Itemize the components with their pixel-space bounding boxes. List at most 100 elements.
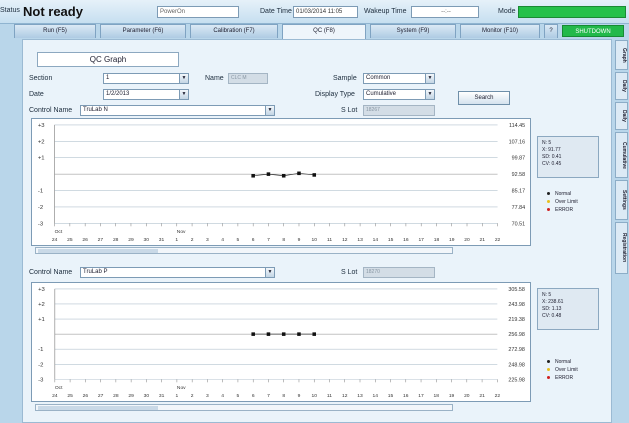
- side-tab-daily-1[interactable]: Daily: [615, 72, 628, 100]
- page-title: QC Graph: [37, 52, 179, 67]
- search-button[interactable]: Search: [458, 91, 510, 105]
- scroll-thumb[interactable]: [38, 249, 158, 253]
- right-tick-label: 256.98: [508, 332, 525, 338]
- month-label: Nov: [177, 385, 186, 391]
- x-tick-label: 20: [464, 393, 470, 399]
- control-name-select-1[interactable]: TruLab N ▼: [80, 105, 275, 116]
- legend-over-limit: Over Limit: [555, 367, 578, 373]
- x-tick-label: 18: [434, 393, 440, 399]
- x-tick-label: 20: [464, 237, 470, 243]
- x-tick-label: 15: [388, 393, 394, 399]
- y-tick-label: -1: [38, 347, 43, 353]
- x-tick-label: 16: [403, 237, 409, 243]
- tab-help[interactable]: ?: [544, 24, 558, 38]
- scroll-thumb[interactable]: [38, 406, 158, 410]
- side-tab-cumulative[interactable]: Cumulative: [615, 132, 628, 178]
- x-tick-label: 19: [449, 393, 455, 399]
- x-tick-label: 28: [113, 237, 119, 243]
- legend-error: ERROR: [555, 375, 574, 381]
- y-tick-label: -1: [38, 189, 43, 195]
- right-tick-label: 219.38: [508, 317, 525, 323]
- x-tick-label: 13: [357, 237, 363, 243]
- x-tick-label: 16: [403, 393, 409, 399]
- lot-label-1: S Lot: [341, 107, 358, 114]
- wakeup-field: --:--: [411, 6, 479, 18]
- stat-mean: X: 91.77: [542, 147, 561, 153]
- x-tick-label: 30: [144, 237, 150, 243]
- x-tick-label: 8: [282, 393, 285, 399]
- y-tick-label: -3: [38, 221, 44, 227]
- y-tick-label: -3: [38, 377, 44, 383]
- chart-scrollbar-1[interactable]: [35, 247, 453, 254]
- qc-chart-1: +3 114.45 +2 107.16 +1 99.87 92.58 -1 85.17 -2 77.…: [31, 118, 531, 246]
- wakeup-label: Wakeup Time: [364, 8, 407, 15]
- x-tick-label: 18: [434, 237, 440, 243]
- mode-indicator: [518, 6, 626, 18]
- x-tick-label: 27: [98, 393, 104, 399]
- tab-parameter[interactable]: Parameter (F6): [100, 24, 186, 38]
- x-tick-label: 19: [449, 237, 455, 243]
- stat-cv: CV: 0.45: [542, 161, 562, 167]
- side-tab-settings[interactable]: Settings: [615, 180, 628, 220]
- tab-run[interactable]: Run (F5): [14, 24, 96, 38]
- x-tick-label: 8: [282, 237, 285, 243]
- sample-label: Sample: [333, 75, 357, 82]
- x-tick-label: 10: [312, 237, 318, 243]
- control-name-select-2[interactable]: TruLab P ▼: [80, 267, 275, 278]
- legend-error: ERROR: [555, 207, 574, 213]
- shutdown-button[interactable]: SHUTDOWN: [562, 25, 624, 37]
- legend-normal: Normal: [555, 191, 572, 197]
- legend-2: Normal Over Limit ERROR: [547, 358, 578, 382]
- qc-data-point: [266, 172, 271, 176]
- name-field: CLC M: [228, 73, 268, 84]
- month-label: Oct: [55, 229, 63, 235]
- side-tab-daily-2[interactable]: Daily: [615, 102, 628, 130]
- chevron-down-icon: ▼: [265, 106, 274, 115]
- right-tick-label: 92.58: [512, 172, 526, 178]
- legend-normal: Normal: [555, 359, 572, 365]
- tab-system[interactable]: System (F9): [370, 24, 456, 38]
- qc-data-point: [266, 332, 271, 336]
- tab-qc[interactable]: QC (F8): [282, 24, 366, 39]
- chevron-down-icon: ▼: [179, 74, 188, 83]
- legend-over-limit: Over Limit: [555, 199, 578, 205]
- stat-n: N: 5: [542, 140, 552, 146]
- datetime-field: 01/03/2014 11:05: [293, 6, 358, 18]
- x-tick-label: 26: [83, 393, 89, 399]
- x-tick-label: 7: [267, 393, 270, 399]
- x-tick-label: 29: [128, 393, 134, 399]
- date-label: Date: [29, 91, 44, 98]
- right-tick-label: 77.84: [512, 205, 526, 211]
- tab-monitor[interactable]: Monitor (F10): [460, 24, 540, 38]
- display-type-select[interactable]: Cumulative ▼: [363, 89, 435, 100]
- y-tick-label: +1: [38, 317, 45, 323]
- right-tick-label: 248.98: [508, 362, 525, 368]
- x-tick-label: 30: [144, 393, 150, 399]
- x-tick-label: 24: [52, 237, 58, 243]
- x-tick-label: 10: [311, 393, 317, 399]
- side-tab-graph[interactable]: Graph: [615, 40, 628, 70]
- x-tick-label: 3: [206, 237, 209, 243]
- x-tick-label: 24: [52, 393, 58, 399]
- sample-select[interactable]: Common ▼: [363, 73, 435, 84]
- x-tick-label: 17: [418, 393, 424, 399]
- right-tick-label: 99.87: [512, 156, 526, 162]
- y-tick-label: -2: [38, 362, 43, 368]
- y-tick-label: -2: [38, 205, 43, 211]
- x-tick-label: 14: [373, 237, 379, 243]
- section-select[interactable]: 1 ▼: [103, 73, 189, 84]
- status-value: Not ready: [23, 4, 83, 19]
- qc-data-point: [312, 332, 316, 336]
- tab-calibration[interactable]: Calibration (F7): [190, 24, 278, 38]
- x-tick-label: 11: [327, 237, 332, 243]
- y-tick-label: +2: [38, 302, 45, 308]
- x-tick-label: 5: [237, 393, 240, 399]
- datetime-label: Date Time: [260, 8, 292, 15]
- x-tick-label: 3: [206, 393, 209, 399]
- main-tabs: Run (F5) Parameter (F6) Calibration (F7)…: [14, 24, 626, 39]
- side-tab-registration[interactable]: Registration: [615, 222, 628, 274]
- stat-cv: CV: 0.48: [542, 313, 562, 319]
- chart-scrollbar-2[interactable]: [35, 404, 453, 411]
- x-tick-label: 6: [252, 237, 255, 243]
- date-select[interactable]: 1/2/2013 ▼: [103, 89, 189, 100]
